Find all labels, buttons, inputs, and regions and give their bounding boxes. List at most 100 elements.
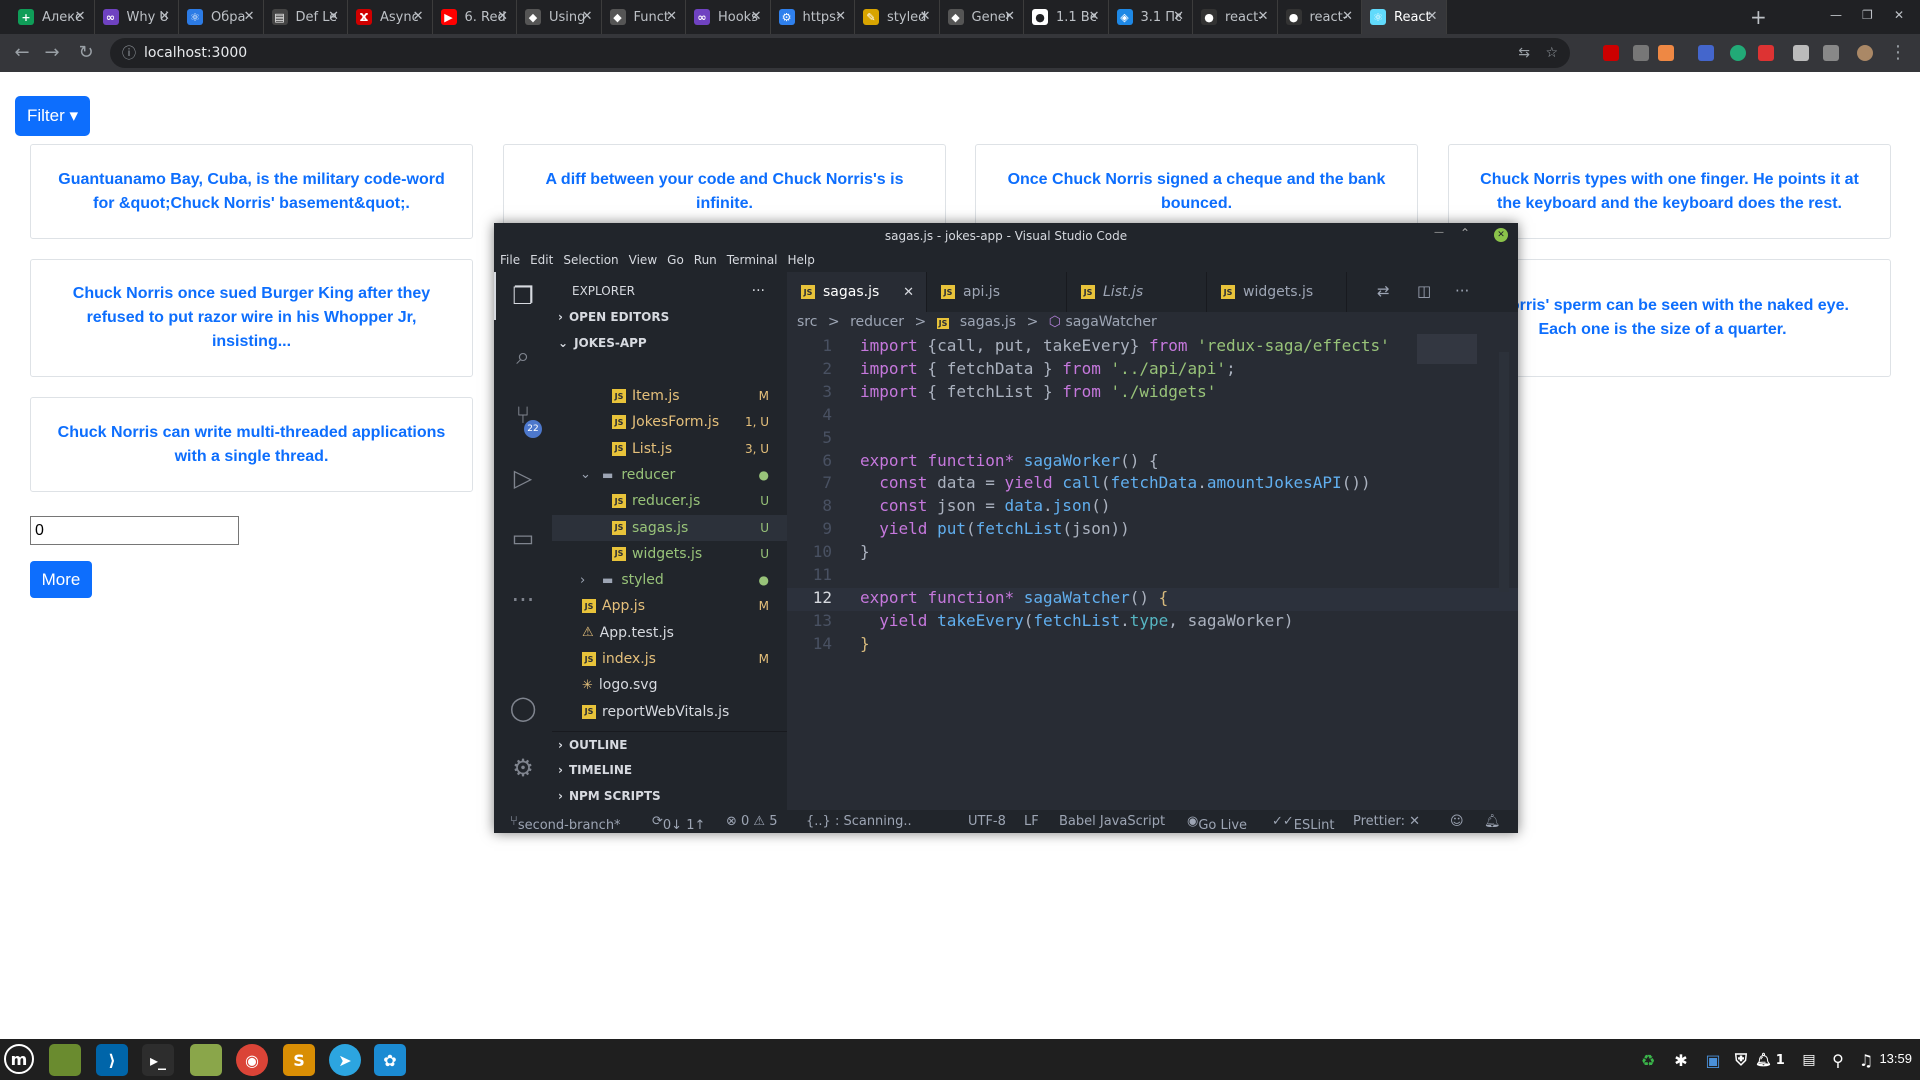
eslint-status[interactable]: ✓✓ ESLint <box>1272 814 1334 833</box>
browser-tab[interactable]: ◆ Gener ✕ <box>940 0 1024 34</box>
menu-view[interactable]: View <box>629 253 657 267</box>
branch-status[interactable]: ⑂ second-branch* <box>510 814 621 833</box>
jokes-amount-input[interactable] <box>30 516 239 545</box>
file-tree-item[interactable]: JS Item.js M <box>552 383 787 409</box>
close-browser-icon[interactable]: ✕ <box>1894 8 1904 22</box>
notification-tray-icon[interactable]: 🔔︎ 1 <box>1754 1044 1786 1076</box>
project-section[interactable]: ⌄ JOKES-APP <box>552 330 787 356</box>
menu-selection[interactable]: Selection <box>563 253 618 267</box>
file-tree-item[interactable]: JS widgets.js U <box>552 541 787 567</box>
new-tab-button[interactable]: + <box>1750 5 1767 29</box>
show-desktop-icon[interactable] <box>49 1044 81 1076</box>
menu-file[interactable]: File <box>500 253 520 267</box>
reload-icon[interactable]: ↻ <box>74 42 98 63</box>
go-live-button[interactable]: ◉ Go Live <box>1187 814 1247 833</box>
browser-tab[interactable]: ◆ Using ✕ <box>517 0 602 34</box>
editor-tab[interactable]: JS List.js <box>1067 272 1207 312</box>
browser-tab[interactable]: ∞ Hooks ✕ <box>686 0 771 34</box>
browser-tab[interactable]: ⚙ https: ✕ <box>771 0 855 34</box>
tab-close-icon[interactable]: ✕ <box>666 9 677 24</box>
breadcrumb-dir[interactable]: reducer <box>850 314 904 330</box>
extension-redux-icon[interactable] <box>1758 45 1774 61</box>
tab-close-icon[interactable]: ✕ <box>1089 9 1100 24</box>
tab-close-icon[interactable]: ✕ <box>903 285 914 300</box>
file-tree-item[interactable]: JS App.js M <box>552 593 787 619</box>
tab-close-icon[interactable]: ✕ <box>1258 9 1269 24</box>
browser-tab[interactable]: ∞ Why U ✕ <box>95 0 179 34</box>
browser-tab[interactable]: ⚛ Обра ✕ <box>179 0 264 34</box>
maximize-window-icon[interactable]: ❐ <box>1862 8 1873 22</box>
bookmark-star-icon[interactable]: ☆ <box>1545 45 1558 61</box>
sync-status[interactable]: ⟳ 0↓ 1↑ <box>652 814 705 833</box>
code-line[interactable]: 6 export function* sagaWorker() { <box>787 451 1518 474</box>
tab-close-icon[interactable]: ✕ <box>1004 9 1015 24</box>
file-tree-item[interactable]: JS sagas.js U <box>552 514 787 541</box>
minimize-icon[interactable]: — <box>1434 227 1444 238</box>
code-line[interactable]: 10} <box>787 542 1518 565</box>
timeline-section[interactable]: › TIMELINE <box>552 757 787 783</box>
npm-scripts-section[interactable]: › NPM SCRIPTS <box>552 783 787 809</box>
file-tree-item[interactable]: JS reportWebVitals.js <box>552 699 787 725</box>
menu-edit[interactable]: Edit <box>530 253 553 267</box>
tab-close-icon[interactable]: ✕ <box>1173 9 1184 24</box>
menu-terminal[interactable]: Terminal <box>727 253 778 267</box>
code-line[interactable]: 8 const json = data.json() <box>787 496 1518 519</box>
browser-tab[interactable]: + Алекс ✕ <box>10 0 95 34</box>
code-line[interactable]: 12 export function* sagaWatcher() { <box>787 587 1518 611</box>
extension-circle-icon[interactable] <box>1730 45 1746 61</box>
feedback-icon[interactable]: ☺ <box>1450 814 1464 829</box>
editor-tab[interactable]: JS widgets.js <box>1207 272 1347 312</box>
editor-scrollbar[interactable] <box>1499 352 1509 592</box>
code-line[interactable]: 1 import {call, put, takeEvery} from 'red… <box>787 336 1518 359</box>
file-tree-item[interactable]: JS JokesForm.js 1, U <box>552 409 787 435</box>
language-status[interactable]: Babel JavaScript <box>1059 814 1165 829</box>
tab-close-icon[interactable]: ✕ <box>1342 9 1353 24</box>
filter-dropdown-button[interactable]: Filter ▾ <box>15 96 90 136</box>
breadcrumb-file[interactable]: sagas.js <box>960 314 1016 330</box>
accounts-icon[interactable]: ◯ <box>507 692 539 724</box>
code-line[interactable]: 13 yield takeEvery(fetchList.type, sagaW… <box>787 611 1518 634</box>
file-tree-item[interactable]: JS List.js 3, U <box>552 436 787 462</box>
reading-list-icon[interactable] <box>1823 45 1839 61</box>
code-editor[interactable]: JS sagas.js ✕ JS api.js JS List.js JS widgets.js… <box>787 272 1518 810</box>
tab-close-icon[interactable]: ✕ <box>751 9 762 24</box>
breadcrumb-src[interactable]: src <box>797 314 817 330</box>
menu-start-icon[interactable]: m <box>4 1044 34 1074</box>
browser-tab[interactable]: ● 1.1 Be ✕ <box>1024 0 1109 34</box>
file-tree-item[interactable]: JS index.js M <box>552 646 787 672</box>
extensions-puzzle-icon[interactable] <box>1793 45 1809 61</box>
files-taskbar-icon[interactable] <box>190 1044 222 1076</box>
telegram-taskbar-icon[interactable]: ➤ <box>329 1044 361 1076</box>
tab-close-icon[interactable]: ✕ <box>497 9 508 24</box>
eol-status[interactable]: LF <box>1024 814 1039 829</box>
code-line[interactable]: 3 import { fetchList } from './widgets' <box>787 382 1518 405</box>
tab-close-icon[interactable]: ✕ <box>159 9 170 24</box>
site-info-icon[interactable]: ⓘ <box>122 43 136 63</box>
minimap[interactable] <box>1417 334 1477 364</box>
extension-move-icon[interactable] <box>1633 45 1649 61</box>
tab-close-icon[interactable]: ✕ <box>328 9 339 24</box>
prettier-status[interactable]: Prettier: ✕ <box>1353 814 1420 829</box>
remote-explorer-icon[interactable]: ▭ <box>507 522 539 554</box>
settings-gear-icon[interactable]: ⚙ <box>507 752 539 784</box>
explorer-icon[interactable]: ❐ <box>507 280 539 312</box>
minimize-window-icon[interactable]: — <box>1830 8 1842 22</box>
tab-close-icon[interactable]: ✕ <box>1427 9 1438 24</box>
extension-palette-icon[interactable] <box>1658 45 1674 61</box>
code-line[interactable]: 5 <box>787 428 1518 451</box>
vscode-taskbar-icon[interactable]: ⟩ <box>96 1044 128 1076</box>
maximize-icon[interactable]: ⌃ <box>1460 226 1470 240</box>
browser-tab[interactable]: ⚛ React ✕ <box>1362 0 1447 34</box>
browser-menu-icon[interactable]: ⋮ <box>1886 42 1910 63</box>
translate-icon[interactable]: ⇆ <box>1518 45 1530 61</box>
app-taskbar-icon[interactable]: ✿ <box>374 1044 406 1076</box>
extension-translate-icon[interactable] <box>1698 45 1714 61</box>
file-tree-item[interactable]: ⌄ ▬ reducer ● <box>552 462 787 488</box>
browser-tab[interactable]: ✎ styled ✕ <box>855 0 940 34</box>
browser-tab[interactable]: Ϫ Async ✕ <box>348 0 433 34</box>
url-bar[interactable]: ⓘ localhost:3000 ⇆ ☆ <box>110 38 1570 68</box>
tab-close-icon[interactable]: ✕ <box>835 9 846 24</box>
editor-tab[interactable]: JS api.js <box>927 272 1067 312</box>
menu-go[interactable]: Go <box>667 253 684 267</box>
file-tree-item[interactable]: ⚠ App.test.js <box>552 620 787 646</box>
